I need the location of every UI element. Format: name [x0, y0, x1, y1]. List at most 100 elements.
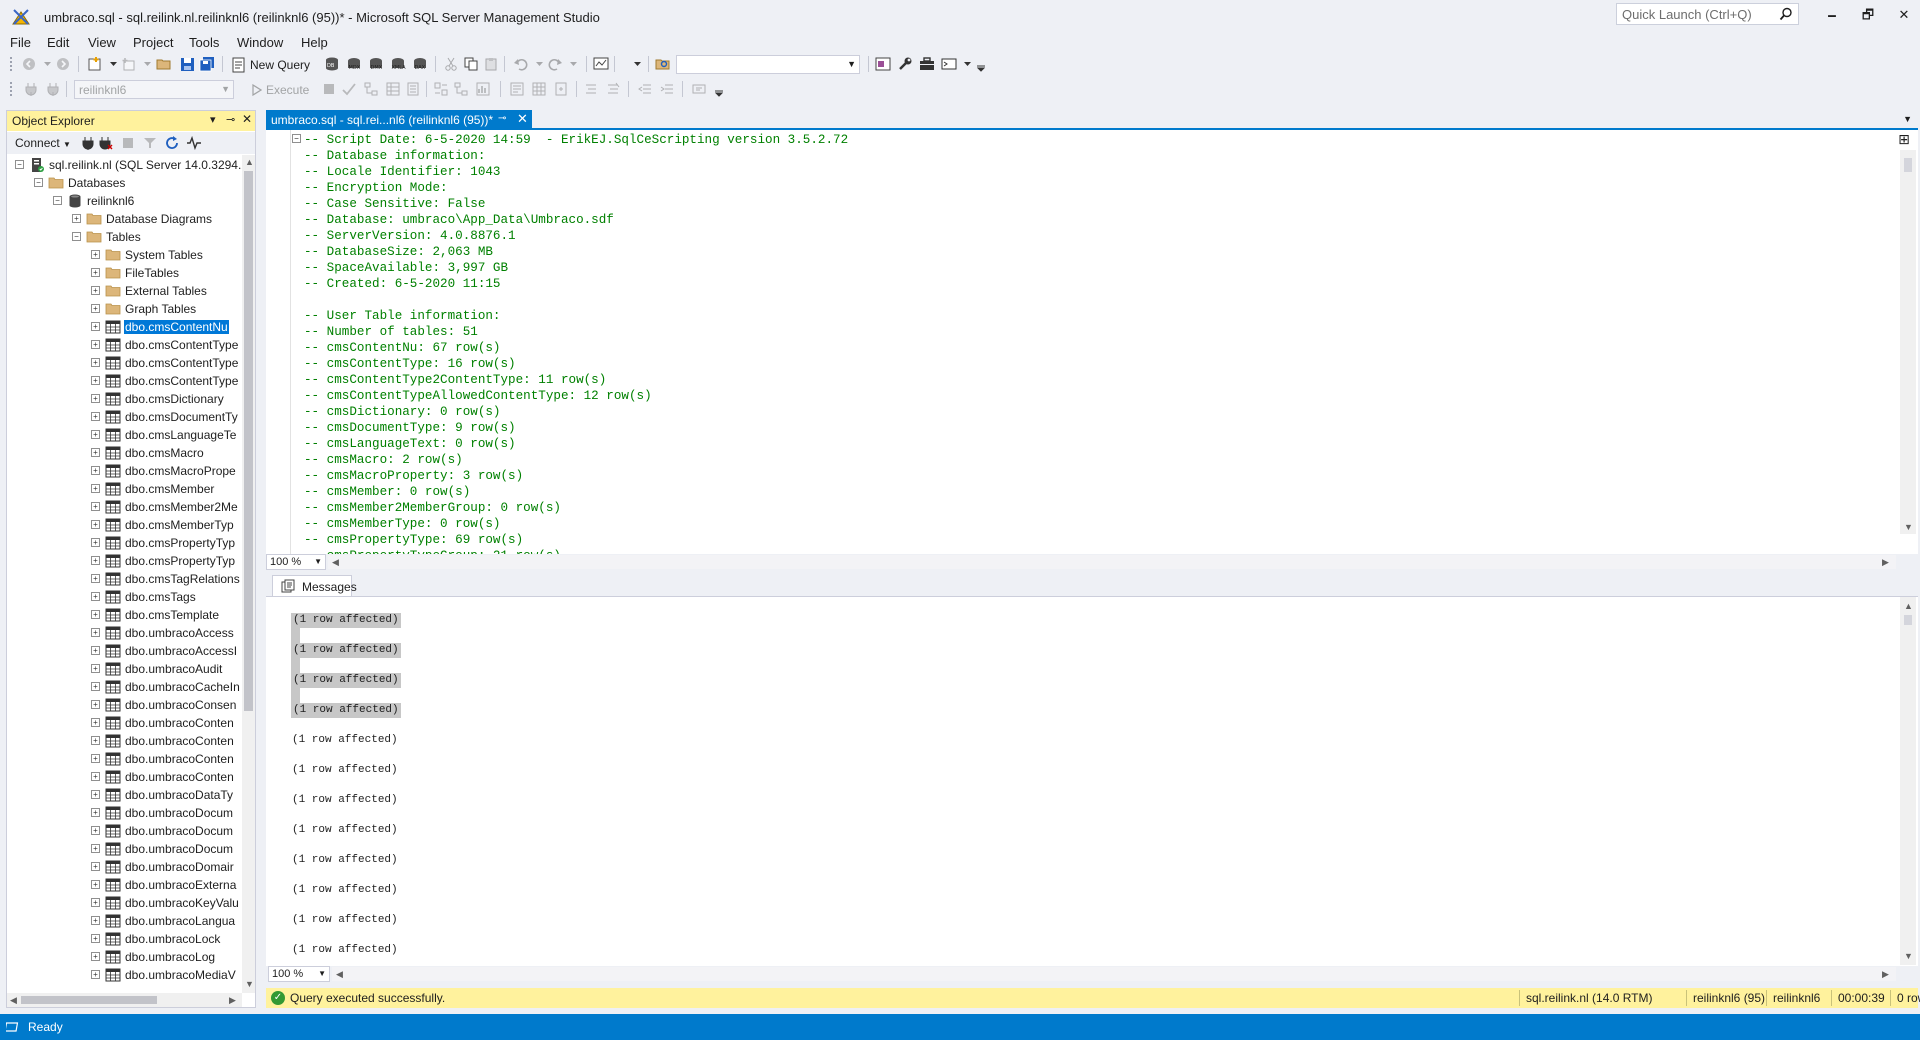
- chevron-down-icon[interactable]: [138, 55, 156, 73]
- expand-icon[interactable]: +: [91, 448, 100, 457]
- include-client-statistics-icon[interactable]: [474, 80, 492, 98]
- query-options-icon[interactable]: [404, 80, 422, 98]
- tree-node-table[interactable]: + dbo.umbracoExterna: [7, 876, 243, 894]
- menu-tools[interactable]: Tools: [189, 33, 219, 52]
- tree-node-table[interactable]: + dbo.cmsMember2Me: [7, 498, 243, 516]
- tree-node-table[interactable]: + dbo.cmsContentType: [7, 372, 243, 390]
- split-editor-icon[interactable]: ⊞: [1896, 132, 1912, 148]
- activity-monitor-icon[interactable]: [185, 134, 203, 152]
- find-in-files-icon[interactable]: [654, 55, 672, 73]
- forward-icon[interactable]: [54, 55, 72, 73]
- expand-icon[interactable]: +: [91, 520, 100, 529]
- expand-icon[interactable]: +: [91, 934, 100, 943]
- chevron-down-icon[interactable]: [628, 55, 646, 73]
- available-databases-combo[interactable]: reilinknl6 ▼: [74, 80, 234, 99]
- new-query-button[interactable]: New Query: [232, 55, 310, 74]
- close-panel-icon[interactable]: ✕: [242, 112, 252, 126]
- menu-help[interactable]: Help: [301, 33, 328, 52]
- tree-node-folder[interactable]: + FileTables: [7, 264, 243, 282]
- tree-node-folder[interactable]: + System Tables: [7, 246, 243, 264]
- tree-node-table[interactable]: + dbo.cmsContentType: [7, 354, 243, 372]
- expand-icon[interactable]: +: [91, 826, 100, 835]
- xmla-query-icon[interactable]: XMLA: [389, 55, 407, 73]
- close-window-button[interactable]: ✕: [1888, 4, 1920, 26]
- tree-node-table[interactable]: + dbo.cmsPropertyTyp: [7, 552, 243, 570]
- tree-node-folder[interactable]: + Database Diagrams: [7, 210, 243, 228]
- expand-icon[interactable]: +: [91, 916, 100, 925]
- dmx-query-icon[interactable]: DMX: [367, 55, 385, 73]
- scroll-right-icon[interactable]: ▶: [1882, 557, 1889, 568]
- tree-horizontal-scrollbar[interactable]: ◀ ▶: [7, 993, 242, 1007]
- expand-icon[interactable]: +: [91, 502, 100, 511]
- menu-file[interactable]: File: [10, 33, 31, 52]
- tree-node-folder[interactable]: − Databases: [7, 174, 243, 192]
- results-to-text-icon[interactable]: [508, 80, 526, 98]
- tree-node-table[interactable]: + dbo.umbracoConten: [7, 768, 243, 786]
- tree-node-table[interactable]: + dbo.umbracoDocum: [7, 840, 243, 858]
- expand-icon[interactable]: +: [91, 682, 100, 691]
- messages-scroll-thumb[interactable]: [1904, 615, 1912, 625]
- tree-node-table[interactable]: + dbo.cmsDictionary: [7, 390, 243, 408]
- tree-node-table[interactable]: + dbo.umbracoAudit: [7, 660, 243, 678]
- minimize-button[interactable]: 🗕: [1816, 4, 1848, 26]
- toolbar-overflow-icon[interactable]: [972, 59, 990, 77]
- tree-node-table[interactable]: + dbo.cmsMacroPrope: [7, 462, 243, 480]
- tab-umbraco-sql[interactable]: umbraco.sql - sql.rei...nl6 (reilinknl6 …: [266, 110, 532, 129]
- tree-node-table[interactable]: + dbo.cmsTags: [7, 588, 243, 606]
- tree-node-table[interactable]: + dbo.umbracoAccessI: [7, 642, 243, 660]
- expand-icon[interactable]: +: [91, 610, 100, 619]
- menu-project[interactable]: Project: [133, 33, 173, 52]
- tree-node-table[interactable]: + dbo.umbracoConten: [7, 732, 243, 750]
- filter-icon[interactable]: [141, 134, 159, 152]
- include-actual-plan-icon[interactable]: [452, 80, 470, 98]
- tree-node-table[interactable]: + dbo.cmsContentNu: [7, 318, 243, 336]
- expand-icon[interactable]: +: [91, 574, 100, 583]
- chevron-down-icon[interactable]: ▼: [318, 969, 326, 978]
- query-designer-icon[interactable]: [384, 80, 402, 98]
- scroll-down-icon[interactable]: ▼: [1904, 951, 1913, 961]
- tree-node-table[interactable]: + dbo.cmsTagRelations: [7, 570, 243, 588]
- expand-icon[interactable]: +: [91, 358, 100, 367]
- tree-node-table[interactable]: + dbo.cmsMemberTyp: [7, 516, 243, 534]
- tree-node-table[interactable]: + dbo.umbracoAccess: [7, 624, 243, 642]
- expand-icon[interactable]: +: [91, 466, 100, 475]
- tree-node-table[interactable]: + dbo.umbracoMediaV: [7, 966, 243, 984]
- tree-node-table[interactable]: + dbo.umbracoDocum: [7, 822, 243, 840]
- refresh-icon[interactable]: [163, 134, 181, 152]
- expand-icon[interactable]: +: [91, 538, 100, 547]
- menu-view[interactable]: View: [88, 33, 116, 52]
- expand-icon[interactable]: +: [91, 862, 100, 871]
- collapse-icon[interactable]: −: [34, 178, 43, 187]
- scroll-down-icon[interactable]: ▼: [1904, 522, 1913, 532]
- expand-icon[interactable]: +: [91, 340, 100, 349]
- tree-node-folder[interactable]: + Graph Tables: [7, 300, 243, 318]
- expand-icon[interactable]: +: [91, 736, 100, 745]
- tree-vertical-scrollbar[interactable]: ▲ ▼: [242, 155, 255, 993]
- display-estimated-plan-icon[interactable]: [362, 80, 380, 98]
- activity-monitor-icon[interactable]: [592, 55, 610, 73]
- tab-messages[interactable]: Messages: [272, 575, 357, 596]
- expand-icon[interactable]: +: [91, 790, 100, 799]
- tree-node-table[interactable]: + dbo.cmsLanguageTe: [7, 426, 243, 444]
- quick-launch-input[interactable]: [1617, 4, 1772, 24]
- expand-icon[interactable]: +: [91, 700, 100, 709]
- expand-icon[interactable]: +: [91, 286, 100, 295]
- new-project-icon[interactable]: [86, 55, 104, 73]
- chevron-down-icon[interactable]: ▼: [847, 59, 856, 69]
- collapse-icon[interactable]: −: [53, 196, 62, 205]
- toolbar-grip[interactable]: [10, 57, 14, 71]
- collapse-icon[interactable]: −: [15, 160, 24, 169]
- chevron-down-icon[interactable]: ▼: [221, 84, 230, 94]
- editor-zoom-combo[interactable]: 100 % ▼: [266, 554, 326, 570]
- toolbar-grip[interactable]: [10, 82, 14, 96]
- tree-hscroll-thumb[interactable]: [21, 996, 157, 1004]
- connect-plug-icon[interactable]: [79, 134, 97, 152]
- scroll-left-icon[interactable]: ◀: [332, 557, 339, 568]
- properties-wrench-icon[interactable]: [896, 55, 914, 73]
- expand-icon[interactable]: +: [91, 394, 100, 403]
- save-all-icon[interactable]: [198, 55, 216, 73]
- code-text-area[interactable]: -- Script Date: 6-5-2020 14:59 - ErikEJ.…: [304, 130, 1884, 554]
- tree-node-table[interactable]: + dbo.cmsContentType: [7, 336, 243, 354]
- solution-explorer-icon[interactable]: [874, 55, 892, 73]
- change-connection-icon[interactable]: [44, 80, 62, 98]
